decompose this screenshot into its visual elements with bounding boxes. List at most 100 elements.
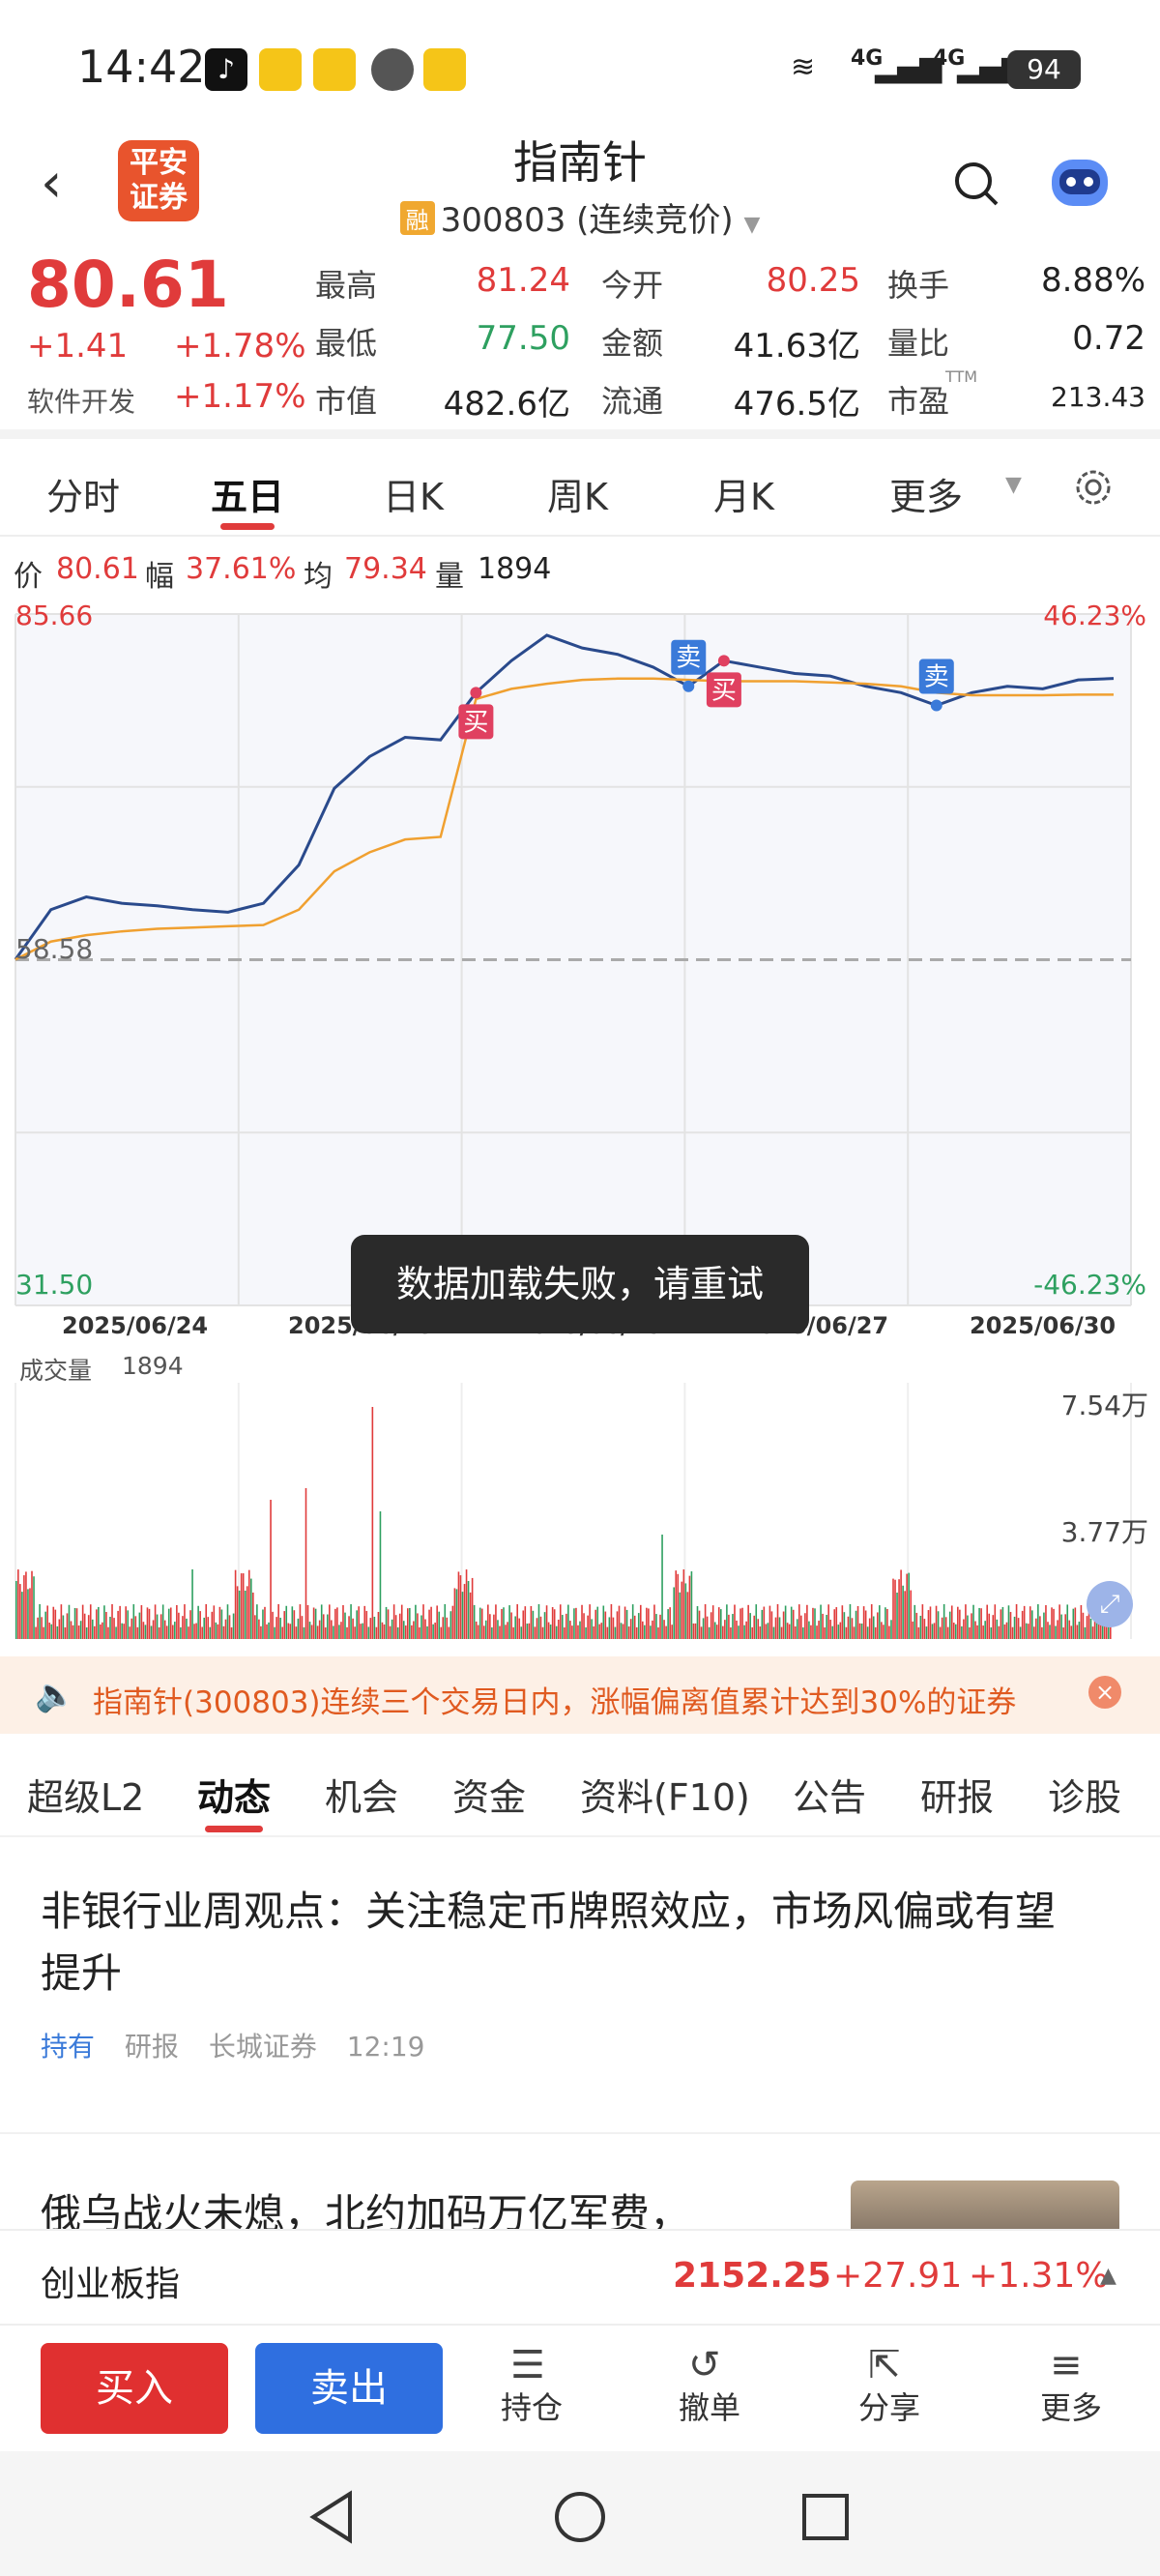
five-day-chart[interactable]: 买卖买卖 85.66 58.58 31.50 46.23% -46.23% 20… (0, 595, 1160, 1658)
info-vol: 1894 (478, 552, 552, 586)
tab-opportunity[interactable]: 机会 (325, 1768, 398, 1821)
volume-bar (894, 1579, 896, 1639)
tab-announcements[interactable]: 公告 (793, 1768, 866, 1821)
volume-bar (68, 1604, 71, 1639)
price-change-pct: +1.78% (174, 327, 306, 366)
volume-bar (877, 1612, 879, 1639)
volume-bar (925, 1626, 928, 1639)
volume-bar (644, 1625, 646, 1639)
volume-bar (457, 1571, 460, 1639)
volume-bar (1086, 1616, 1088, 1639)
volume-bar (312, 1607, 315, 1639)
x-label-1: 2025/06/24 (62, 1312, 209, 1339)
news-item[interactable]: 非银行业周观点：关注稳定币牌照效应，市场风偏或有望提升 持有 研报 长城证券 1… (41, 1881, 1119, 2064)
settings-icon[interactable] (1071, 465, 1116, 510)
volume-bar (291, 1606, 294, 1639)
volume-bar (444, 1604, 447, 1639)
tab-super-l2[interactable]: 超级L2 (27, 1768, 144, 1821)
volume-bar (404, 1625, 407, 1639)
volume-bar (163, 1620, 166, 1639)
pct-bot-label: -46.23% (1033, 1269, 1146, 1301)
audio-icon (371, 48, 414, 91)
tab-daily-k[interactable]: 日K (383, 467, 444, 520)
tab-monthly-k[interactable]: 月K (713, 467, 774, 520)
volume-bar (43, 1626, 44, 1639)
volume-bar (784, 1605, 787, 1639)
volume-bar (132, 1604, 135, 1639)
nav-home-icon[interactable] (553, 2490, 607, 2544)
sector-label[interactable]: 软件开发 (27, 381, 135, 420)
nav-back-icon[interactable] (307, 2490, 356, 2544)
volume-bar (798, 1604, 800, 1639)
tab-research[interactable]: 研报 (920, 1768, 994, 1821)
volume-bar (140, 1605, 143, 1639)
volume-bar (734, 1604, 736, 1639)
tab-news[interactable]: 动态 (197, 1768, 271, 1821)
sector-change: +1.17% (174, 377, 306, 416)
volume-bar (461, 1592, 464, 1639)
volume-bar (217, 1624, 219, 1639)
volume-bar (917, 1626, 920, 1639)
volume-bar (596, 1606, 599, 1639)
volume-bar (923, 1619, 926, 1639)
volume-bar (354, 1626, 356, 1639)
volume-bar (986, 1604, 988, 1639)
buy-button[interactable]: 买入 (41, 2343, 228, 2434)
volume-bar (308, 1622, 311, 1639)
close-icon[interactable]: × (1088, 1676, 1121, 1709)
volume-bar (72, 1625, 74, 1639)
volume-bar (514, 1616, 516, 1639)
ai-assistant-icon[interactable] (1046, 150, 1114, 212)
tab-weekly-k[interactable]: 周K (547, 467, 608, 520)
volume-bar (976, 1625, 978, 1639)
volume-bar (606, 1626, 609, 1639)
nav-recents-icon[interactable] (800, 2492, 851, 2542)
volume-mid-label: 3.77万 (1060, 1516, 1148, 1548)
risk-notice[interactable]: 🔈 指南针(300803)连续三个交易日内，涨幅偏离值累计达到30%的证券 × (0, 1656, 1160, 1734)
volume-bar (358, 1606, 360, 1639)
volume-bar (1062, 1626, 1064, 1639)
volume-bar (276, 1617, 277, 1639)
volume-bar (796, 1619, 798, 1639)
tab-f10[interactable]: 资料(F10) (580, 1768, 750, 1821)
volume-bar (440, 1626, 443, 1639)
volume-bar (396, 1626, 399, 1639)
index-value: 2152.25 (673, 2256, 831, 2296)
search-icon[interactable] (952, 160, 1000, 208)
status-time: 14:42 (77, 41, 206, 93)
volume-bar (921, 1604, 924, 1639)
fullscreen-icon[interactable]: ⤢ (1087, 1581, 1133, 1627)
volume-bar (293, 1610, 296, 1639)
volume-bar (669, 1607, 671, 1639)
holdings-icon: ☰ (510, 2343, 545, 2387)
volume-bar (631, 1604, 634, 1639)
volume-bar (15, 1581, 17, 1639)
volume-bar (740, 1608, 741, 1639)
volume-bar (955, 1624, 957, 1639)
volume-bar (146, 1607, 149, 1639)
caret-up-icon[interactable]: ▲ (1100, 2264, 1116, 2288)
volume-bar (115, 1626, 117, 1639)
volume-bar (845, 1626, 848, 1639)
volume-bar (812, 1607, 814, 1639)
volume-bar (904, 1591, 906, 1639)
tab-diagnosis[interactable]: 诊股 (1048, 1768, 1121, 1821)
tab-more[interactable]: 更多 (889, 467, 963, 520)
volume-bar (186, 1618, 188, 1639)
tab-five-day[interactable]: 五日 (211, 467, 284, 520)
volume-bar (250, 1578, 252, 1639)
volume-bar (782, 1611, 785, 1639)
volume-bar (333, 1625, 334, 1639)
sell-button[interactable]: 卖出 (255, 2343, 443, 2434)
volume-bar (537, 1604, 540, 1639)
volume-bar (169, 1607, 172, 1639)
volume-bar (152, 1620, 155, 1639)
tab-funds[interactable]: 资金 (452, 1768, 526, 1821)
volume-bar (577, 1625, 579, 1639)
tab-intraday[interactable]: 分时 (46, 467, 120, 520)
volume-bar (942, 1604, 945, 1639)
index-ticker[interactable]: 创业板指 2152.25 +27.91 +1.31% ▲ (0, 2229, 1160, 2326)
volume-bar (201, 1626, 203, 1639)
volume-bar (965, 1604, 967, 1639)
volume-bar (459, 1575, 462, 1639)
